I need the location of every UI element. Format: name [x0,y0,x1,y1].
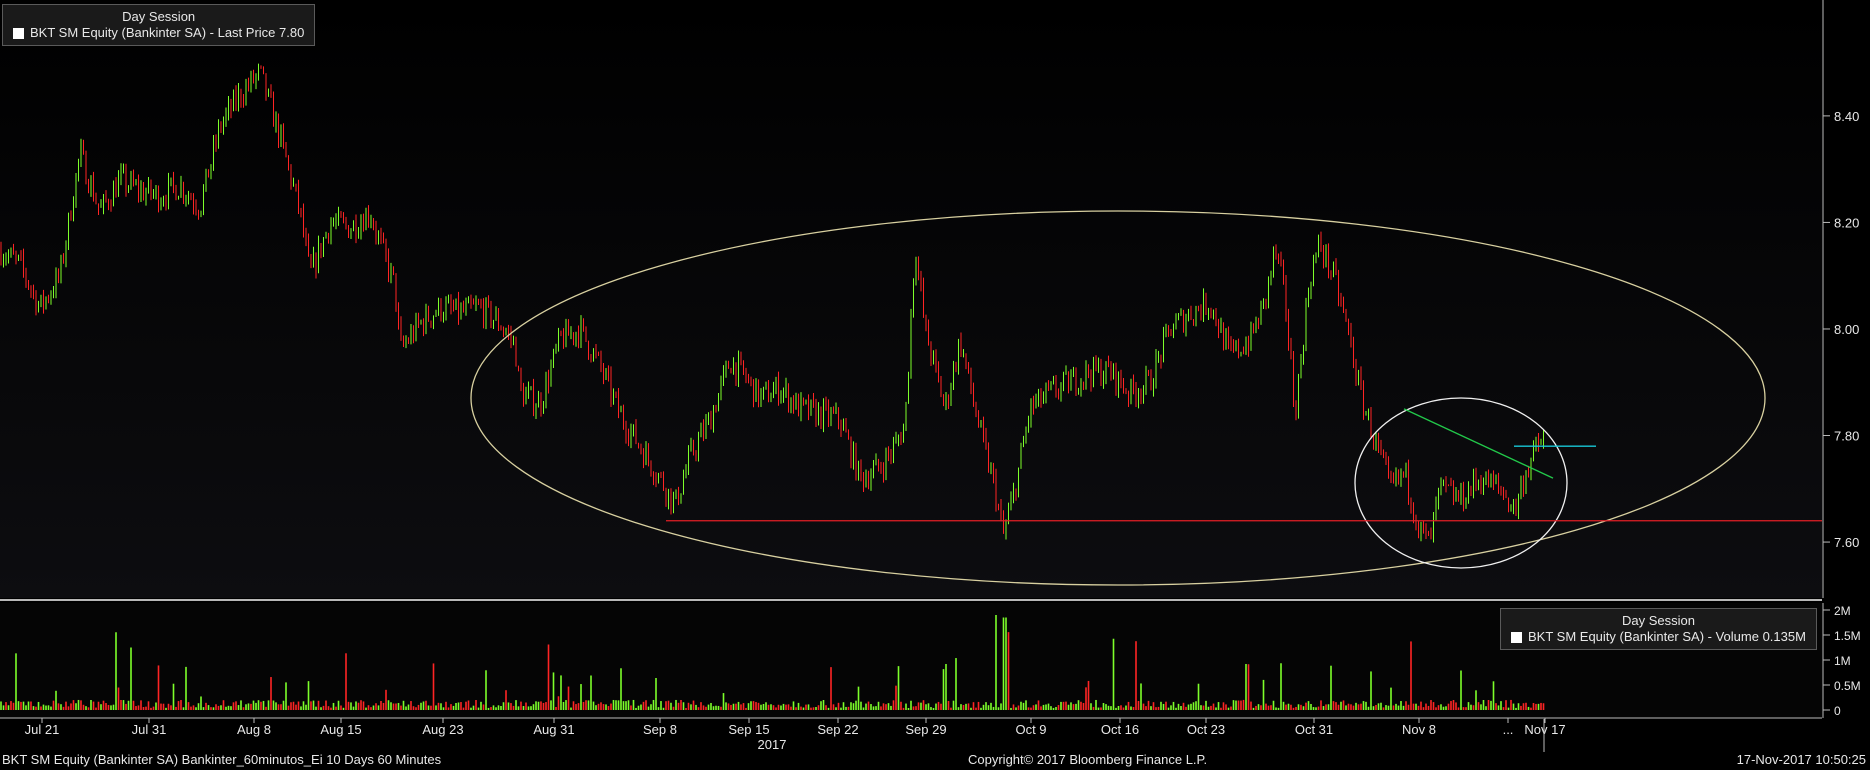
volume-tick-label: 2M [1834,604,1851,618]
footer-description: BKT SM Equity (Bankinter SA) Bankinter_6… [2,752,442,767]
time-tick-label: Jul 21 [25,722,60,737]
volume-legend-swatch [1511,631,1522,643]
volume-legend: Day Session BKT SM Equity (Bankinter SA)… [1500,608,1817,650]
price-legend-label: BKT SM Equity (Bankinter SA) - Last Pric… [30,25,305,40]
volume-tick-label: 0 [1834,704,1841,718]
volume-tick-label: 1.5M [1834,629,1861,643]
time-tick-label: Sep 29 [905,722,946,737]
volume-tick-label: 0.5M [1834,679,1861,693]
time-tick-label: Oct 9 [1015,722,1046,737]
year-label: 2017 [758,737,787,752]
time-tick-label: Oct 31 [1295,722,1333,737]
time-tick-label: Sep 15 [728,722,769,737]
footer-copyright: Copyright© 2017 Bloomberg Finance L.P. [968,752,1208,767]
time-tick-label: Nov 8 [1402,722,1436,737]
time-tick-label: Jul 31 [132,722,167,737]
volume-legend-title: Day Session [1621,613,1695,628]
footer-timestamp: 17-Nov-2017 10:50:25 [1736,752,1866,767]
volume-tick-label: 1M [1834,654,1851,668]
time-tick-label: Aug 15 [320,722,361,737]
time-tick-label: Oct 16 [1101,722,1139,737]
price-tick-label: 7.60 [1834,535,1859,550]
price-legend-swatch [13,27,24,39]
time-tick-label: Sep 22 [817,722,858,737]
time-tick-label: Sep 8 [643,722,677,737]
time-tick-label: ... [1503,722,1514,737]
price-tick-label: 7.80 [1834,429,1859,444]
price-tick-label: 8.40 [1834,109,1859,124]
time-tick-label: Aug 23 [422,722,463,737]
time-tick-label: Nov 17 [1524,722,1565,737]
price-tick-label: 8.20 [1834,215,1859,230]
volume-legend-label: BKT SM Equity (Bankinter SA) - Volume 0.… [1528,629,1806,644]
price-tick-label: 8.00 [1834,322,1859,337]
time-tick-label: Aug 31 [533,722,574,737]
time-tick-label: Oct 23 [1187,722,1225,737]
price-volume-chart: 7.60 7.80 8.00 8.20 8.40 0 0.5M 1M 1.5M 2M Jul 2… [0,0,1870,770]
price-legend: Day Session BKT SM Equity (Bankinter SA)… [2,4,316,46]
time-tick-label: Aug 8 [237,722,271,737]
price-legend-title: Day Session [122,9,196,24]
price-panel [0,0,1822,598]
